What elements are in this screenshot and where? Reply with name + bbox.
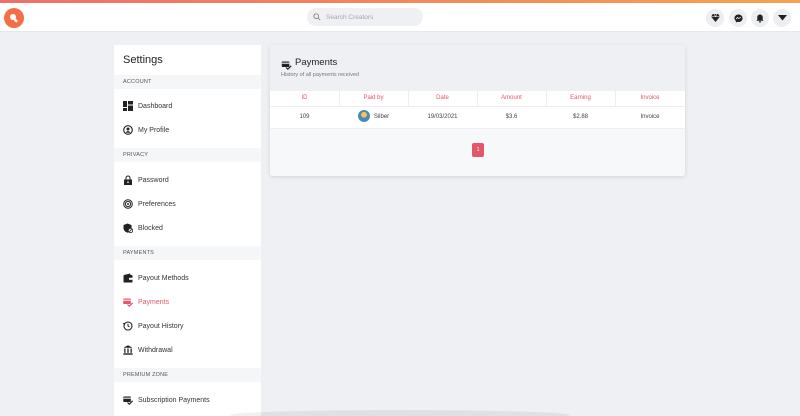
payments-card-header: Payments History of all payments receive… bbox=[270, 45, 685, 91]
bottom-shadow bbox=[230, 410, 570, 416]
sidebar-item-blocked[interactable]: Blocked bbox=[123, 221, 163, 235]
wallet-icon bbox=[123, 273, 133, 283]
search-box[interactable] bbox=[307, 8, 423, 26]
messages-button[interactable] bbox=[729, 9, 747, 27]
sidebar-item-label: Payout Methods bbox=[138, 274, 189, 282]
logo-icon[interactable] bbox=[4, 8, 24, 28]
sidebar-item-label: Preferences bbox=[138, 200, 176, 208]
sidebar-item-payout-methods[interactable]: Payout Methods bbox=[123, 271, 189, 285]
sidebar-item-preferences[interactable]: Preferences bbox=[123, 197, 176, 211]
account-dropdown-button[interactable] bbox=[773, 9, 791, 27]
column-header-date: Date bbox=[436, 95, 449, 101]
sidebar-item-payments[interactable]: Payments bbox=[123, 295, 169, 309]
cell-earning: $2.88 bbox=[572, 114, 588, 120]
cell-amount: $3.6 bbox=[505, 114, 518, 120]
sidebar-item-label: Subscription Payments bbox=[138, 396, 210, 404]
sidebar-item-label: Password bbox=[138, 176, 169, 184]
payer-name[interactable]: Silber bbox=[374, 114, 389, 120]
sidebar-item-label: Withdrawal bbox=[138, 346, 173, 354]
sidebar-item-withdrawal[interactable]: Withdrawal bbox=[123, 343, 173, 357]
sidebar-item-label: My Profile bbox=[138, 126, 170, 134]
pagination: 1 bbox=[270, 129, 685, 176]
messenger-icon bbox=[733, 13, 743, 23]
profile-icon bbox=[123, 125, 133, 135]
caret-down-icon bbox=[777, 15, 787, 21]
sidebar-item-label: Dashboard bbox=[138, 102, 173, 110]
sidebar-item-subscription-payments[interactable]: Subscription Payments bbox=[123, 393, 210, 407]
cell-paid-by[interactable]: Silber bbox=[339, 109, 408, 125]
payments-card: Payments History of all payments receive… bbox=[270, 45, 685, 176]
column-header-id: ID bbox=[301, 95, 308, 101]
diamond-button[interactable] bbox=[706, 9, 724, 27]
cell-id: 109 bbox=[299, 114, 310, 120]
sidebar-item-label: Blocked bbox=[138, 224, 163, 232]
avatar[interactable] bbox=[357, 110, 370, 123]
notifications-button[interactable] bbox=[751, 9, 769, 27]
section-header-premium-zone: PREMIUM ZONE bbox=[114, 368, 261, 382]
search-icon bbox=[313, 13, 321, 21]
column-header-paid-by: Paid by bbox=[363, 95, 384, 101]
search-input[interactable] bbox=[326, 13, 416, 21]
column-header-earning: Earning bbox=[570, 95, 591, 101]
sidebar-item-my-profile[interactable]: My Profile bbox=[123, 123, 169, 137]
cell-date: 19/03/2021 bbox=[427, 114, 458, 120]
history-icon bbox=[123, 321, 133, 331]
column-header-amount: Amount bbox=[501, 95, 522, 101]
target-icon bbox=[123, 199, 133, 209]
sidebar-item-password[interactable]: Password bbox=[123, 173, 169, 187]
dashboard-icon bbox=[123, 101, 133, 111]
page-button-1[interactable]: 1 bbox=[472, 143, 484, 157]
sidebar-item-label: Payout History bbox=[138, 322, 184, 330]
section-header-account: ACCOUNT bbox=[114, 75, 261, 89]
settings-sidebar: Settings ACCOUNT Dashboard My Profile PR… bbox=[114, 45, 261, 416]
section-header-payments: PAYMENTS bbox=[114, 246, 261, 260]
payments-subtitle: History of all payments received bbox=[281, 72, 359, 78]
diamond-icon bbox=[710, 14, 720, 22]
shield-block-icon bbox=[123, 223, 133, 233]
payments-title: Payments bbox=[295, 57, 338, 68]
lock-icon bbox=[123, 175, 133, 185]
sidebar-item-payout-history[interactable]: Payout History bbox=[123, 319, 184, 333]
invoice-link[interactable]: Invoice bbox=[615, 109, 685, 125]
section-header-privacy: PRIVACY bbox=[114, 148, 261, 162]
payments-icon bbox=[123, 297, 133, 307]
sidebar-item-label: Payments bbox=[138, 298, 170, 306]
sidebar-title: Settings bbox=[123, 54, 163, 66]
sidebar-item-dashboard[interactable]: Dashboard bbox=[123, 99, 172, 113]
subscription-icon bbox=[123, 395, 133, 405]
top-navbar bbox=[0, 3, 800, 32]
bell-icon bbox=[756, 14, 764, 23]
bank-icon bbox=[123, 345, 133, 355]
header-divider bbox=[270, 106, 685, 107]
column-header-invoice: Invoice bbox=[640, 95, 660, 101]
